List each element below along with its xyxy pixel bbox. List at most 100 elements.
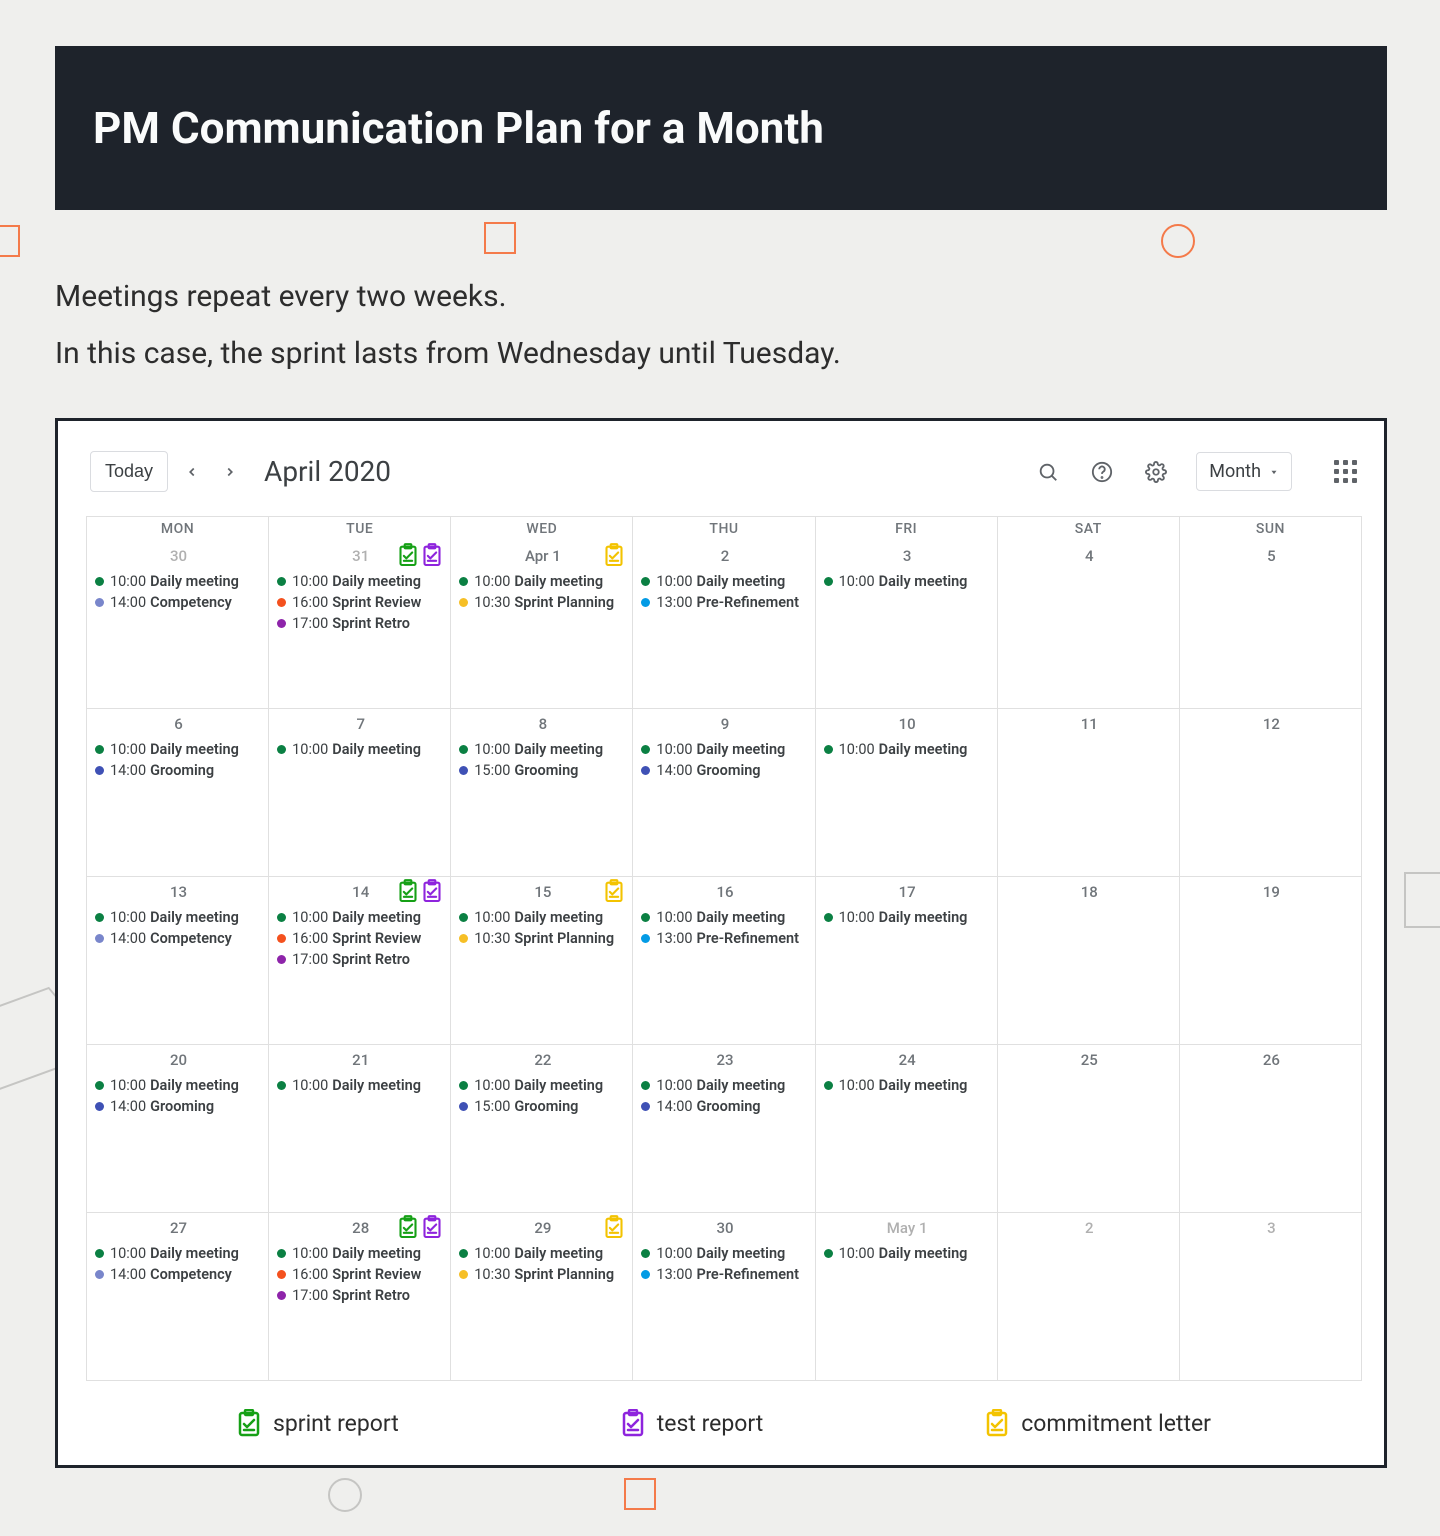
calendar-event[interactable]: 10:00Daily meeting bbox=[824, 1243, 991, 1264]
day-cell[interactable]: 1410:00Daily meeting16:00Sprint Review17… bbox=[269, 877, 451, 1045]
day-cell[interactable]: 910:00Daily meeting14:00Grooming bbox=[633, 709, 815, 877]
day-cell[interactable]: May 110:00Daily meeting bbox=[816, 1213, 998, 1381]
calendar-event[interactable]: 10:00Daily meeting bbox=[277, 739, 444, 760]
calendar-event[interactable]: 10:00Daily meeting bbox=[641, 571, 808, 592]
badge-row bbox=[398, 543, 442, 567]
day-cell[interactable]: 26 bbox=[1180, 1045, 1362, 1213]
calendar-event[interactable]: 14:00Competency bbox=[95, 928, 262, 949]
calendar-event[interactable]: 13:00Pre-Refinement bbox=[641, 592, 808, 613]
calendar-event[interactable]: 10:00Daily meeting bbox=[95, 571, 262, 592]
calendar-event[interactable]: 10:00Daily meeting bbox=[641, 1075, 808, 1096]
day-cell[interactable]: Apr 110:00Daily meeting10:30Sprint Plann… bbox=[451, 541, 633, 709]
day-cell[interactable]: 2410:00Daily meeting bbox=[816, 1045, 998, 1213]
event-time: 10:00 bbox=[656, 1077, 692, 1094]
next-month-button[interactable] bbox=[216, 458, 244, 486]
calendar-event[interactable]: 10:00Daily meeting bbox=[824, 907, 991, 928]
calendar-event[interactable]: 10:00Daily meeting bbox=[95, 907, 262, 928]
calendar-event[interactable]: 10:00Daily meeting bbox=[641, 739, 808, 760]
date-number: 26 bbox=[1188, 1049, 1355, 1075]
prev-month-button[interactable] bbox=[178, 458, 206, 486]
day-cell[interactable]: 25 bbox=[998, 1045, 1180, 1213]
event-time: 14:00 bbox=[110, 1098, 146, 1115]
calendar-event[interactable]: 10:00Daily meeting bbox=[277, 571, 444, 592]
day-cell[interactable]: 210:00Daily meeting13:00Pre-Refinement bbox=[633, 541, 815, 709]
day-cell[interactable]: 1310:00Daily meeting14:00Competency bbox=[87, 877, 269, 1045]
calendar-event[interactable]: 10:00Daily meeting bbox=[824, 571, 991, 592]
event-time: 10:00 bbox=[110, 1245, 146, 1262]
calendar-event[interactable]: 16:00Sprint Review bbox=[277, 1264, 444, 1285]
apps-button[interactable] bbox=[1334, 460, 1358, 484]
calendar-event[interactable]: 10:30Sprint Planning bbox=[459, 1264, 626, 1285]
calendar-event[interactable]: 16:00Sprint Review bbox=[277, 928, 444, 949]
calendar-event[interactable]: 14:00Competency bbox=[95, 1264, 262, 1285]
day-cell[interactable]: 1710:00Daily meeting bbox=[816, 877, 998, 1045]
calendar-event[interactable]: 10:00Daily meeting bbox=[459, 907, 626, 928]
search-button[interactable] bbox=[1034, 458, 1062, 486]
day-cell[interactable]: 5 bbox=[1180, 541, 1362, 709]
day-cell[interactable]: 3010:00Daily meeting13:00Pre-Refinement bbox=[633, 1213, 815, 1381]
day-cell[interactable]: 710:00Daily meeting bbox=[269, 709, 451, 877]
day-cell[interactable]: 18 bbox=[998, 877, 1180, 1045]
event-title: Daily meeting bbox=[332, 909, 421, 926]
calendar-event[interactable]: 10:00Daily meeting bbox=[824, 739, 991, 760]
badge-row bbox=[398, 879, 442, 903]
calendar-event[interactable]: 10:30Sprint Planning bbox=[459, 592, 626, 613]
today-button[interactable]: Today bbox=[90, 451, 168, 492]
day-cell[interactable]: 2910:00Daily meeting10:30Sprint Planning bbox=[451, 1213, 633, 1381]
view-select[interactable]: Month bbox=[1196, 452, 1292, 491]
day-cell[interactable]: 19 bbox=[1180, 877, 1362, 1045]
day-cell[interactable]: 12 bbox=[1180, 709, 1362, 877]
calendar-event[interactable]: 15:00Grooming bbox=[459, 760, 626, 781]
calendar-event[interactable]: 10:00Daily meeting bbox=[277, 1075, 444, 1096]
event-dot bbox=[95, 1102, 104, 1111]
day-cell[interactable]: 1010:00Daily meeting bbox=[816, 709, 998, 877]
day-cell[interactable]: 810:00Daily meeting15:00Grooming bbox=[451, 709, 633, 877]
day-cell[interactable]: 2810:00Daily meeting16:00Sprint Review17… bbox=[269, 1213, 451, 1381]
day-cell[interactable]: 1510:00Daily meeting10:30Sprint Planning bbox=[451, 877, 633, 1045]
day-cell[interactable]: 2010:00Daily meeting14:00Grooming bbox=[87, 1045, 269, 1213]
calendar-event[interactable]: 13:00Pre-Refinement bbox=[641, 928, 808, 949]
calendar-event[interactable]: 10:00Daily meeting bbox=[95, 1075, 262, 1096]
calendar-event[interactable]: 10:00Daily meeting bbox=[459, 739, 626, 760]
day-cell[interactable]: 3110:00Daily meeting16:00Sprint Review17… bbox=[269, 541, 451, 709]
calendar-event[interactable]: 17:00Sprint Retro bbox=[277, 1285, 444, 1306]
day-cell[interactable]: 3 bbox=[1180, 1213, 1362, 1381]
calendar-event[interactable]: 14:00Grooming bbox=[95, 760, 262, 781]
calendar-event[interactable]: 16:00Sprint Review bbox=[277, 592, 444, 613]
day-cell[interactable]: 310:00Daily meeting bbox=[816, 541, 998, 709]
calendar-event[interactable]: 10:00Daily meeting bbox=[459, 1075, 626, 1096]
week-row: 3010:00Daily meeting14:00Competency3110:… bbox=[87, 541, 1362, 709]
day-cell[interactable]: 2310:00Daily meeting14:00Grooming bbox=[633, 1045, 815, 1213]
day-cell[interactable]: 610:00Daily meeting14:00Grooming bbox=[87, 709, 269, 877]
calendar-event[interactable]: 10:00Daily meeting bbox=[277, 907, 444, 928]
calendar-event[interactable]: 13:00Pre-Refinement bbox=[641, 1264, 808, 1285]
calendar-event[interactable]: 17:00Sprint Retro bbox=[277, 613, 444, 634]
calendar-event[interactable]: 14:00Competency bbox=[95, 592, 262, 613]
calendar-event[interactable]: 10:00Daily meeting bbox=[459, 571, 626, 592]
day-cell[interactable]: 11 bbox=[998, 709, 1180, 877]
calendar-event[interactable]: 14:00Grooming bbox=[95, 1096, 262, 1117]
calendar-event[interactable]: 10:00Daily meeting bbox=[95, 1243, 262, 1264]
calendar-event[interactable]: 10:00Daily meeting bbox=[277, 1243, 444, 1264]
calendar-event[interactable]: 17:00Sprint Retro bbox=[277, 949, 444, 970]
event-dot bbox=[95, 934, 104, 943]
calendar-event[interactable]: 10:00Daily meeting bbox=[95, 739, 262, 760]
calendar-event[interactable]: 10:00Daily meeting bbox=[459, 1243, 626, 1264]
calendar-event[interactable]: 10:00Daily meeting bbox=[824, 1075, 991, 1096]
event-title: Sprint Planning bbox=[514, 930, 614, 947]
day-cell[interactable]: 2110:00Daily meeting bbox=[269, 1045, 451, 1213]
calendar-event[interactable]: 10:30Sprint Planning bbox=[459, 928, 626, 949]
calendar-event[interactable]: 10:00Daily meeting bbox=[641, 907, 808, 928]
day-cell[interactable]: 4 bbox=[998, 541, 1180, 709]
day-cell[interactable]: 2210:00Daily meeting15:00Grooming bbox=[451, 1045, 633, 1213]
day-cell[interactable]: 2710:00Daily meeting14:00Competency bbox=[87, 1213, 269, 1381]
settings-button[interactable] bbox=[1142, 458, 1170, 486]
day-cell[interactable]: 1610:00Daily meeting13:00Pre-Refinement bbox=[633, 877, 815, 1045]
calendar-event[interactable]: 14:00Grooming bbox=[641, 1096, 808, 1117]
calendar-event[interactable]: 15:00Grooming bbox=[459, 1096, 626, 1117]
help-button[interactable] bbox=[1088, 458, 1116, 486]
calendar-event[interactable]: 10:00Daily meeting bbox=[641, 1243, 808, 1264]
day-cell[interactable]: 3010:00Daily meeting14:00Competency bbox=[87, 541, 269, 709]
calendar-event[interactable]: 14:00Grooming bbox=[641, 760, 808, 781]
day-cell[interactable]: 2 bbox=[998, 1213, 1180, 1381]
